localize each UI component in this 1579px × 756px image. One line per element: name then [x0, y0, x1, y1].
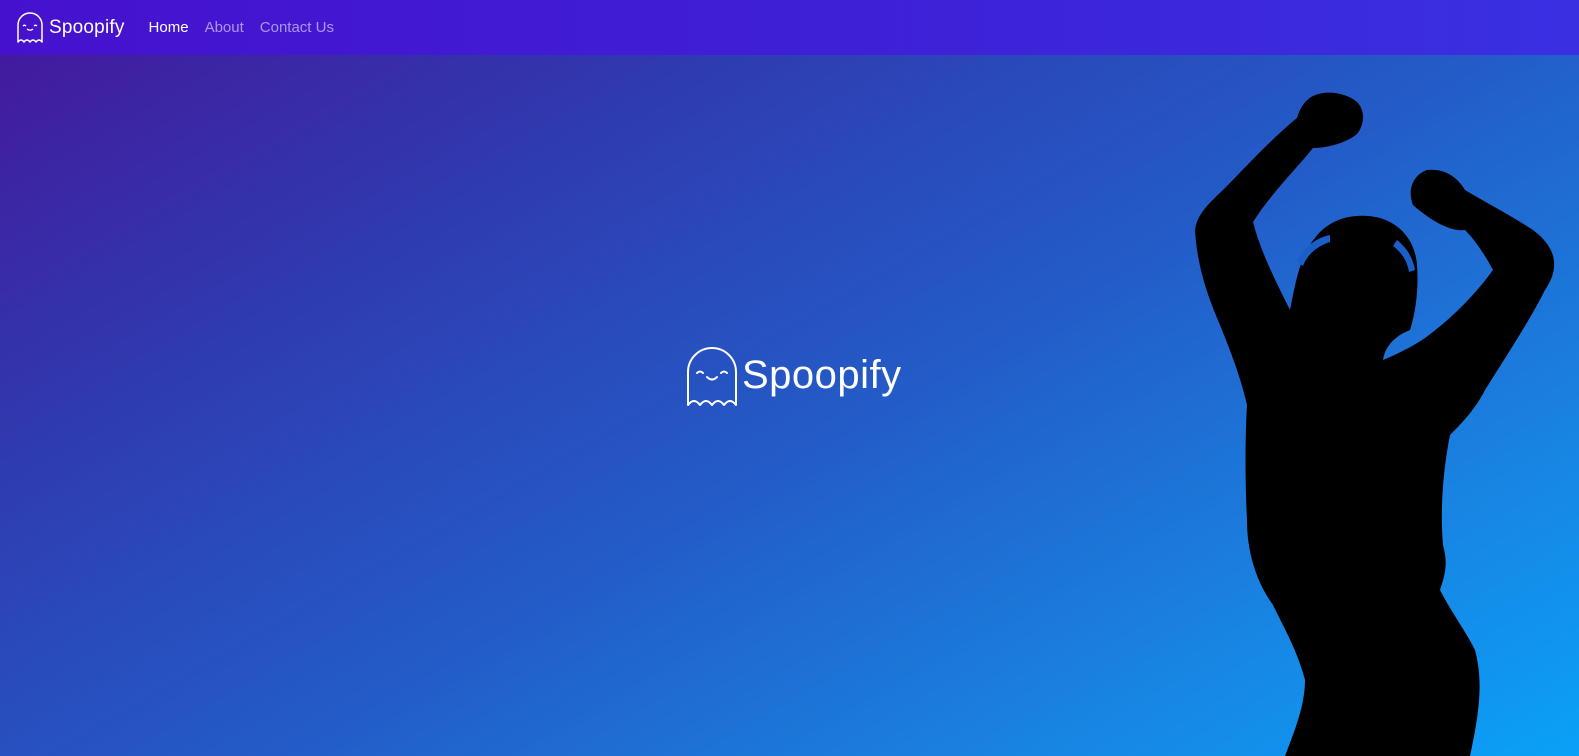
- top-navbar: Spoopify Home About Contact Us: [0, 0, 1579, 55]
- hero-title: Spoopify: [742, 352, 902, 397]
- ghost-icon: [16, 11, 44, 44]
- brand-link[interactable]: Spoopify: [16, 11, 125, 44]
- page: Spoopify Home About Contact Us Spoopify: [0, 0, 1579, 756]
- hero-logo: Spoopify: [686, 346, 902, 408]
- dancer-silhouette-image: [1185, 90, 1565, 756]
- nav-link-home[interactable]: Home: [149, 19, 189, 36]
- nav-link-about[interactable]: About: [205, 19, 244, 36]
- nav-links: Home About Contact Us: [149, 19, 350, 36]
- nav-link-contact-us[interactable]: Contact Us: [260, 19, 334, 36]
- ghost-icon: [686, 346, 738, 408]
- brand-name: Spoopify: [49, 16, 125, 38]
